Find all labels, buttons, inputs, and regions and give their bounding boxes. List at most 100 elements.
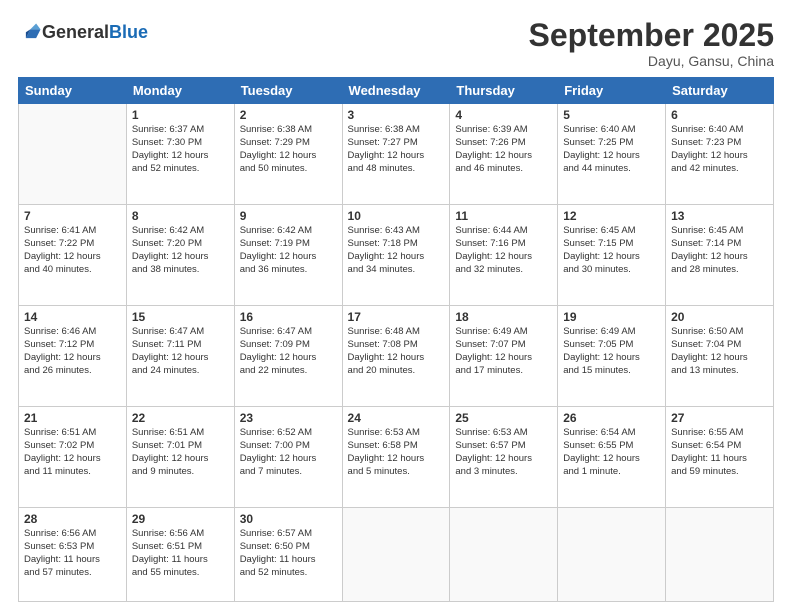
day-number: 17 <box>348 310 445 324</box>
day-number: 8 <box>132 209 229 223</box>
day-info: Sunrise: 6:51 AMSunset: 7:02 PMDaylight:… <box>24 427 121 478</box>
calendar-week-1: 1 Sunrise: 6:37 AMSunset: 7:30 PMDaylight… <box>19 104 774 205</box>
calendar-cell: 25 Sunrise: 6:53 AMSunset: 6:57 PMDayligh… <box>450 407 558 508</box>
day-info: Sunrise: 6:41 AMSunset: 7:22 PMDaylight:… <box>24 225 121 276</box>
day-info: Sunrise: 6:45 AMSunset: 7:14 PMDaylight:… <box>671 225 768 276</box>
weekday-header-row: Sunday Monday Tuesday Wednesday Thursday… <box>19 78 774 104</box>
calendar-cell <box>19 104 127 205</box>
day-info: Sunrise: 6:44 AMSunset: 7:16 PMDaylight:… <box>455 225 552 276</box>
day-number: 19 <box>563 310 660 324</box>
calendar-week-2: 7Sunrise: 6:41 AMSunset: 7:22 PMDaylight… <box>19 205 774 306</box>
day-info: Sunrise: 6:51 AMSunset: 7:01 PMDaylight:… <box>132 427 229 478</box>
day-number: 24 <box>348 411 445 425</box>
day-number: 25 <box>455 411 552 425</box>
calendar-cell: 26Sunrise: 6:54 AMSunset: 6:55 PMDayligh… <box>558 407 666 508</box>
day-info: Sunrise: 6:53 AMSunset: 6:58 PMDaylight:… <box>348 427 445 478</box>
day-number: 14 <box>24 310 121 324</box>
title-block: September 2025 Dayu, Gansu, China <box>529 18 774 69</box>
calendar-cell: 2 Sunrise: 6:38 AMSunset: 7:29 PMDaylight… <box>234 104 342 205</box>
calendar-table: Sunday Monday Tuesday Wednesday Thursday… <box>18 77 774 602</box>
calendar-cell: 11 Sunrise: 6:44 AMSunset: 7:16 PMDayligh… <box>450 205 558 306</box>
day-info: Sunrise: 6:47 AMSunset: 7:09 PMDaylight:… <box>240 326 337 377</box>
day-number: 13 <box>671 209 768 223</box>
calendar-cell <box>558 508 666 602</box>
day-number: 29 <box>132 512 229 526</box>
day-number: 15 <box>132 310 229 324</box>
calendar-cell: 5 Sunrise: 6:40 AMSunset: 7:25 PMDaylight… <box>558 104 666 205</box>
day-number: 11 <box>455 209 552 223</box>
calendar-cell: 4 Sunrise: 6:39 AMSunset: 7:26 PMDaylight… <box>450 104 558 205</box>
day-info: Sunrise: 6:52 AMSunset: 7:00 PMDaylight:… <box>240 427 337 478</box>
calendar-cell: 7Sunrise: 6:41 AMSunset: 7:22 PMDaylight… <box>19 205 127 306</box>
day-number: 2 <box>240 108 337 122</box>
calendar-cell: 18 Sunrise: 6:49 AMSunset: 7:07 PMDayligh… <box>450 306 558 407</box>
day-number: 22 <box>132 411 229 425</box>
calendar-cell: 1 Sunrise: 6:37 AMSunset: 7:30 PMDaylight… <box>126 104 234 205</box>
header: GeneralBlue September 2025 Dayu, Gansu, … <box>18 18 774 69</box>
calendar-cell <box>666 508 774 602</box>
day-info: Sunrise: 6:40 AMSunset: 7:23 PMDaylight:… <box>671 124 768 175</box>
day-info: Sunrise: 6:40 AMSunset: 7:25 PMDaylight:… <box>563 124 660 175</box>
day-number: 6 <box>671 108 768 122</box>
day-number: 23 <box>240 411 337 425</box>
calendar-cell: 23 Sunrise: 6:52 AMSunset: 7:00 PMDayligh… <box>234 407 342 508</box>
header-wednesday: Wednesday <box>342 78 450 104</box>
month-title: September 2025 <box>529 18 774 53</box>
day-number: 21 <box>24 411 121 425</box>
calendar-cell: 30Sunrise: 6:57 AMSunset: 6:50 PMDayligh… <box>234 508 342 602</box>
calendar-cell: 8 Sunrise: 6:42 AMSunset: 7:20 PMDaylight… <box>126 205 234 306</box>
day-number: 5 <box>563 108 660 122</box>
calendar-cell: 28Sunrise: 6:56 AMSunset: 6:53 PMDayligh… <box>19 508 127 602</box>
day-number: 3 <box>348 108 445 122</box>
day-info: Sunrise: 6:47 AMSunset: 7:11 PMDaylight:… <box>132 326 229 377</box>
day-info: Sunrise: 6:37 AMSunset: 7:30 PMDaylight:… <box>132 124 229 175</box>
calendar-cell: 3 Sunrise: 6:38 AMSunset: 7:27 PMDaylight… <box>342 104 450 205</box>
day-number: 4 <box>455 108 552 122</box>
day-number: 9 <box>240 209 337 223</box>
calendar-cell <box>342 508 450 602</box>
day-info: Sunrise: 6:48 AMSunset: 7:08 PMDaylight:… <box>348 326 445 377</box>
logo-icon <box>20 22 42 44</box>
day-number: 26 <box>563 411 660 425</box>
header-friday: Friday <box>558 78 666 104</box>
calendar-cell: 27 Sunrise: 6:55 AMSunset: 6:54 PMDayligh… <box>666 407 774 508</box>
header-thursday: Thursday <box>450 78 558 104</box>
calendar-cell: 17 Sunrise: 6:48 AMSunset: 7:08 PMDayligh… <box>342 306 450 407</box>
calendar-cell: 12 Sunrise: 6:45 AMSunset: 7:15 PMDayligh… <box>558 205 666 306</box>
calendar-week-4: 21 Sunrise: 6:51 AMSunset: 7:02 PMDayligh… <box>19 407 774 508</box>
location-subtitle: Dayu, Gansu, China <box>529 53 774 69</box>
day-info: Sunrise: 6:55 AMSunset: 6:54 PMDaylight:… <box>671 427 768 478</box>
header-monday: Monday <box>126 78 234 104</box>
day-info: Sunrise: 6:45 AMSunset: 7:15 PMDaylight:… <box>563 225 660 276</box>
day-number: 20 <box>671 310 768 324</box>
header-saturday: Saturday <box>666 78 774 104</box>
day-info: Sunrise: 6:50 AMSunset: 7:04 PMDaylight:… <box>671 326 768 377</box>
page: GeneralBlue September 2025 Dayu, Gansu, … <box>0 0 792 612</box>
calendar-week-5: 28Sunrise: 6:56 AMSunset: 6:53 PMDayligh… <box>19 508 774 602</box>
calendar-cell: 29Sunrise: 6:56 AMSunset: 6:51 PMDayligh… <box>126 508 234 602</box>
day-number: 18 <box>455 310 552 324</box>
calendar-cell: 15 Sunrise: 6:47 AMSunset: 7:11 PMDayligh… <box>126 306 234 407</box>
day-number: 16 <box>240 310 337 324</box>
day-info: Sunrise: 6:38 AMSunset: 7:27 PMDaylight:… <box>348 124 445 175</box>
calendar-cell: 6 Sunrise: 6:40 AMSunset: 7:23 PMDaylight… <box>666 104 774 205</box>
day-info: Sunrise: 6:42 AMSunset: 7:20 PMDaylight:… <box>132 225 229 276</box>
day-number: 1 <box>132 108 229 122</box>
calendar-cell: 24 Sunrise: 6:53 AMSunset: 6:58 PMDayligh… <box>342 407 450 508</box>
calendar-cell: 9Sunrise: 6:42 AMSunset: 7:19 PMDaylight… <box>234 205 342 306</box>
day-info: Sunrise: 6:49 AMSunset: 7:07 PMDaylight:… <box>455 326 552 377</box>
calendar-cell: 20 Sunrise: 6:50 AMSunset: 7:04 PMDayligh… <box>666 306 774 407</box>
day-info: Sunrise: 6:53 AMSunset: 6:57 PMDaylight:… <box>455 427 552 478</box>
logo-text: GeneralBlue <box>42 23 148 43</box>
day-info: Sunrise: 6:38 AMSunset: 7:29 PMDaylight:… <box>240 124 337 175</box>
calendar-cell: 21 Sunrise: 6:51 AMSunset: 7:02 PMDayligh… <box>19 407 127 508</box>
day-number: 12 <box>563 209 660 223</box>
calendar-cell: 16 Sunrise: 6:47 AMSunset: 7:09 PMDayligh… <box>234 306 342 407</box>
day-number: 27 <box>671 411 768 425</box>
calendar-cell <box>450 508 558 602</box>
day-info: Sunrise: 6:56 AMSunset: 6:53 PMDaylight:… <box>24 528 121 579</box>
day-number: 10 <box>348 209 445 223</box>
day-info: Sunrise: 6:39 AMSunset: 7:26 PMDaylight:… <box>455 124 552 175</box>
logo: GeneralBlue <box>18 22 148 44</box>
calendar-cell: 14Sunrise: 6:46 AMSunset: 7:12 PMDayligh… <box>19 306 127 407</box>
